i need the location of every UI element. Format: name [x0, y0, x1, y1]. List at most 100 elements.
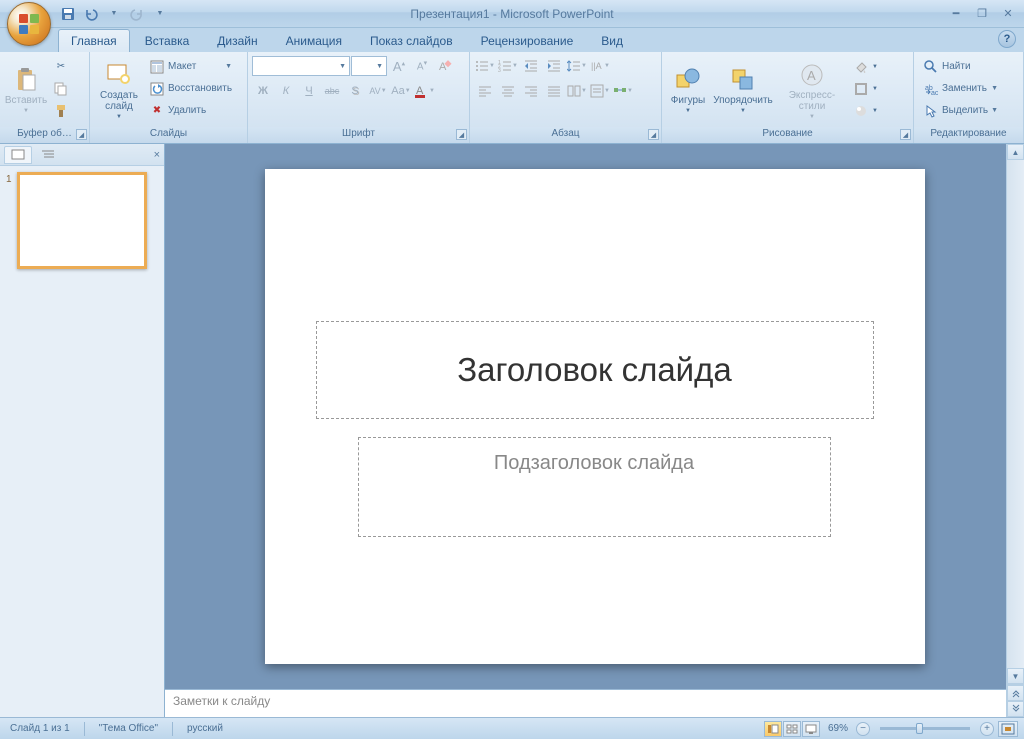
font-launcher[interactable]: ◢	[456, 129, 467, 140]
bullets-icon	[475, 59, 489, 73]
sorter-view-button[interactable]	[783, 721, 801, 737]
qat-save-button[interactable]	[58, 4, 78, 24]
layout-button[interactable]: Макет▼	[146, 56, 235, 77]
decrease-indent-button[interactable]	[520, 55, 542, 77]
delete-slide-button[interactable]: ✖Удалить	[146, 100, 235, 121]
bold-button[interactable]: Ж	[252, 80, 274, 102]
zoom-out-button[interactable]: −	[856, 722, 870, 736]
line-spacing-button[interactable]: ▼	[566, 55, 588, 77]
increase-indent-button[interactable]	[543, 55, 565, 77]
qat-redo-button[interactable]	[127, 4, 147, 24]
format-painter-button[interactable]	[50, 100, 72, 121]
clipboard-launcher[interactable]: ◢	[76, 129, 87, 140]
group-font: ▼ ▼ A▴ A▾ A Ж К Ч abc S AV▼ Aa▼ A▼ Шрифт…	[248, 52, 470, 143]
font-color-button[interactable]: A▼	[413, 80, 435, 102]
thumbnail-number: 1	[6, 172, 14, 269]
tab-insert[interactable]: Вставка	[132, 29, 203, 52]
scroll-up-button[interactable]: ▲	[1007, 144, 1024, 160]
outline-tab[interactable]	[34, 146, 62, 164]
shape-outline-button[interactable]: ▼	[850, 78, 881, 99]
find-button[interactable]: Найти	[920, 56, 1001, 77]
underline-button[interactable]: Ч	[298, 80, 320, 102]
paste-button[interactable]: Вставить ▼	[4, 55, 48, 127]
shadow-button[interactable]: S	[344, 80, 366, 102]
restore-button[interactable]: ❐	[972, 6, 992, 22]
office-button[interactable]	[7, 2, 51, 46]
slides-tab[interactable]	[4, 146, 32, 164]
text-direction-button[interactable]: ||A▼	[589, 55, 611, 77]
tab-home[interactable]: Главная	[58, 29, 130, 52]
italic-button[interactable]: К	[275, 80, 297, 102]
columns-button[interactable]: ▼	[566, 80, 588, 102]
qat-undo-dropdown[interactable]: ▼	[104, 4, 124, 24]
zoom-thumb[interactable]	[916, 723, 923, 734]
align-right-button[interactable]	[520, 80, 542, 102]
cut-button[interactable]: ✂	[50, 56, 72, 77]
drawing-launcher[interactable]: ◢	[900, 129, 911, 140]
zoom-percent[interactable]: 69%	[824, 723, 852, 734]
notes-pane[interactable]: Заметки к слайду	[165, 689, 1006, 717]
copy-button[interactable]	[50, 78, 72, 99]
vertical-scrollbar[interactable]: ▲ ▼	[1006, 144, 1024, 717]
slideshow-view-button[interactable]	[802, 721, 820, 737]
new-slide-button[interactable]: Создать слайд ▼	[94, 55, 144, 127]
paragraph-launcher[interactable]: ◢	[648, 129, 659, 140]
shapes-button[interactable]: Фигуры▼	[666, 55, 710, 127]
tab-review[interactable]: Рецензирование	[468, 29, 587, 52]
thumbnail-slide-1[interactable]	[17, 172, 147, 269]
zoom-slider[interactable]	[880, 727, 970, 730]
slide-area[interactable]: Заголовок слайда Подзаголовок слайда	[165, 144, 1024, 689]
workspace: × 1 Заголовок слайда Подзаголовок слайда…	[0, 144, 1024, 717]
bullets-button[interactable]: ▼	[474, 55, 496, 77]
normal-view-button[interactable]	[764, 721, 782, 737]
char-spacing-button[interactable]: AV▼	[367, 80, 389, 102]
change-case-button[interactable]: Aa▼	[390, 80, 412, 102]
tab-animation[interactable]: Анимация	[273, 29, 355, 52]
group-paragraph: ▼ 123▼ ▼ ||A▼ ▼ ▼ ▼ Абзац◢	[470, 52, 662, 143]
title-placeholder[interactable]: Заголовок слайда	[316, 321, 874, 419]
quick-styles-button[interactable]: A Экспресс-стили▼	[776, 55, 848, 127]
minimize-button[interactable]: ━	[946, 6, 966, 22]
prev-slide-button[interactable]	[1007, 685, 1024, 701]
scroll-track[interactable]	[1007, 160, 1024, 668]
font-size-combo[interactable]: ▼	[351, 56, 387, 76]
ribbon: Вставить ▼ ✂ Буфер об…◢ Создать слайд ▼ …	[0, 52, 1024, 144]
strike-button[interactable]: abc	[321, 80, 343, 102]
group-clipboard-label: Буфер об…◢	[0, 127, 89, 143]
arrange-button[interactable]: Упорядочить▼	[710, 55, 776, 127]
grow-font-button[interactable]: A▴	[388, 55, 410, 77]
editor-area: Заголовок слайда Подзаголовок слайда ▲ ▼…	[165, 144, 1024, 717]
qat-customize-button[interactable]: ▼	[150, 4, 170, 24]
convert-smartart-button[interactable]: ▼	[612, 80, 634, 102]
zoom-in-button[interactable]: +	[980, 722, 994, 736]
replace-button[interactable]: abacЗаменить▼	[920, 78, 1001, 99]
shape-fill-button[interactable]: ▼	[850, 56, 881, 77]
clear-format-button[interactable]: A	[434, 55, 456, 77]
tab-slideshow[interactable]: Показ слайдов	[357, 29, 466, 52]
shape-effects-button[interactable]: ▼	[850, 100, 881, 121]
reset-button[interactable]: Восстановить	[146, 78, 235, 99]
subtitle-placeholder[interactable]: Подзаголовок слайда	[358, 437, 831, 537]
qat-undo-button[interactable]	[81, 4, 101, 24]
group-clipboard: Вставить ▼ ✂ Буфер об…◢	[0, 52, 90, 143]
align-left-button[interactable]	[474, 80, 496, 102]
text-direction-icon: ||A	[590, 59, 604, 73]
align-text-button[interactable]: ▼	[589, 80, 611, 102]
delete-label: Удалить	[168, 105, 206, 116]
close-button[interactable]: ✕	[998, 6, 1018, 22]
tab-view[interactable]: Вид	[588, 29, 636, 52]
next-slide-button[interactable]	[1007, 701, 1024, 717]
scroll-down-button[interactable]: ▼	[1007, 668, 1024, 684]
align-center-button[interactable]	[497, 80, 519, 102]
shrink-font-button[interactable]: A▾	[411, 55, 433, 77]
fit-to-window-button[interactable]	[998, 721, 1018, 737]
numbering-button[interactable]: 123▼	[497, 55, 519, 77]
font-name-combo[interactable]: ▼	[252, 56, 350, 76]
help-button[interactable]: ?	[998, 30, 1016, 48]
select-button[interactable]: Выделить▼	[920, 100, 1001, 121]
tab-design[interactable]: Дизайн	[204, 29, 270, 52]
justify-button[interactable]	[543, 80, 565, 102]
status-language[interactable]: русский	[183, 723, 227, 734]
slide-canvas[interactable]: Заголовок слайда Подзаголовок слайда	[265, 169, 925, 664]
thumbs-close-button[interactable]: ×	[154, 149, 160, 161]
